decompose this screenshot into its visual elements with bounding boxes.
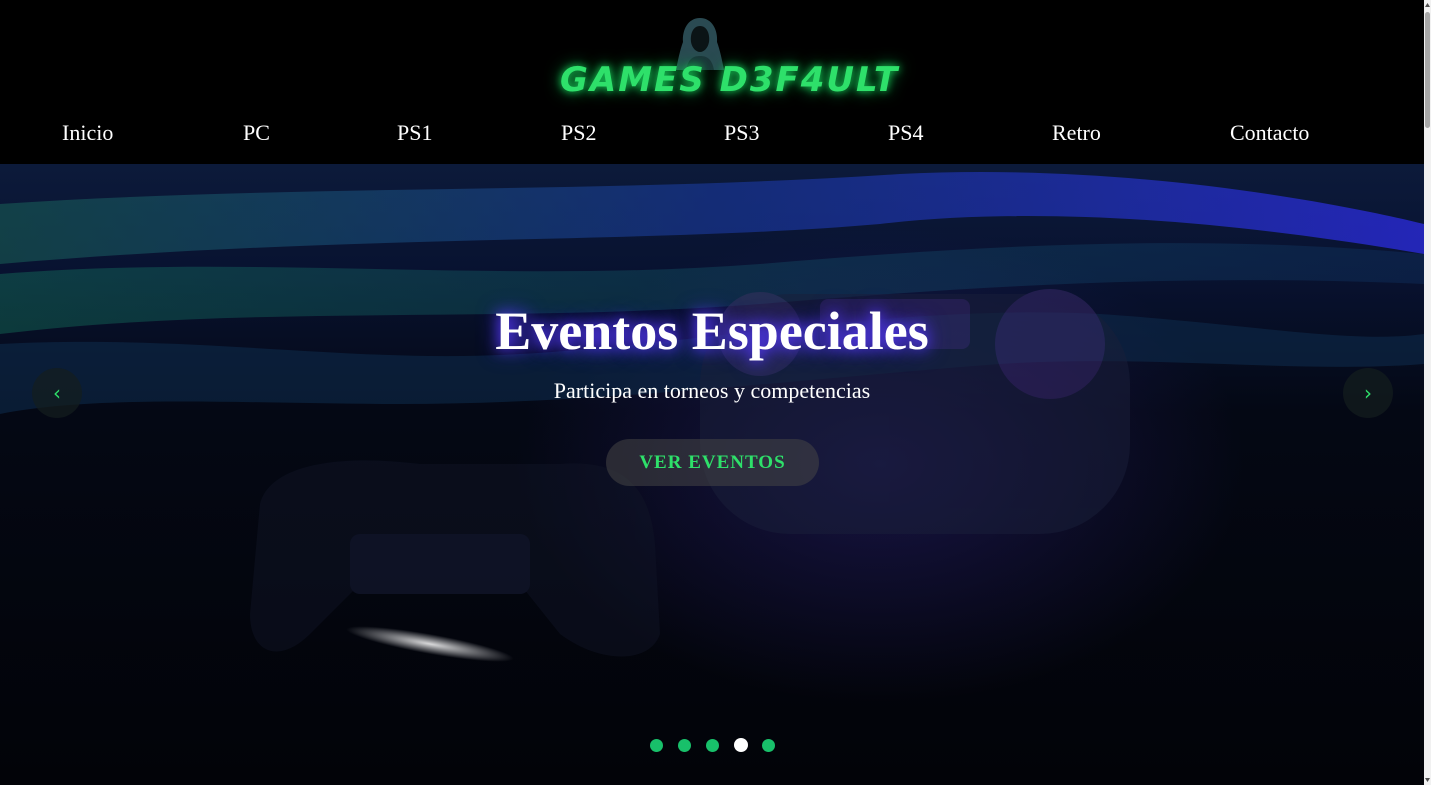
nav-item-ps3[interactable]: PS3 [724,120,759,146]
nav-item-retro[interactable]: Retro [1052,120,1101,146]
scroll-down-arrow-icon[interactable] [1424,775,1431,785]
nav-item-contacto[interactable]: Contacto [1230,120,1309,146]
nav-item-pc[interactable]: PC [243,120,270,146]
ver-eventos-button[interactable]: VER EVENTOS [606,439,819,486]
nav-item-ps2[interactable]: PS2 [561,120,596,146]
hero-slider: Eventos Especiales Participa en torneos … [0,164,1424,785]
slide-dot-1[interactable] [650,739,663,752]
next-slide-button[interactable]: › [1343,368,1393,418]
nav-item-ps1[interactable]: PS1 [397,120,432,146]
nav-item-ps4[interactable]: PS4 [888,120,923,146]
hero-subtitle: Participa en torneos y competencias [553,378,871,403]
slide-dot-2[interactable] [678,739,691,752]
slide-dot-5[interactable] [762,739,775,752]
scroll-up-arrow-icon[interactable] [1424,0,1431,10]
site-logo[interactable]: GAMES D3F4ULT [560,16,900,106]
chevron-right-icon: › [1364,381,1372,405]
hero-title: Eventos Especiales [495,301,929,361]
site-header: GAMES D3F4ULT Inicio PC PS1 PS2 PS3 PS4 … [0,0,1424,164]
main-nav: Inicio PC PS1 PS2 PS3 PS4 Retro Contacto [0,110,1424,164]
slide-dot-3[interactable] [706,739,719,752]
chevron-left-icon: ‹ [53,381,61,405]
prev-slide-button[interactable]: ‹ [32,368,82,418]
vertical-scrollbar[interactable] [1424,0,1431,785]
scrollbar-thumb[interactable] [1425,12,1430,128]
nav-item-inicio[interactable]: Inicio [62,120,113,146]
page: GAMES D3F4ULT Inicio PC PS1 PS2 PS3 PS4 … [0,0,1424,785]
slide-dot-4-active[interactable] [734,738,748,752]
logo-text: GAMES D3F4ULT [560,60,900,100]
